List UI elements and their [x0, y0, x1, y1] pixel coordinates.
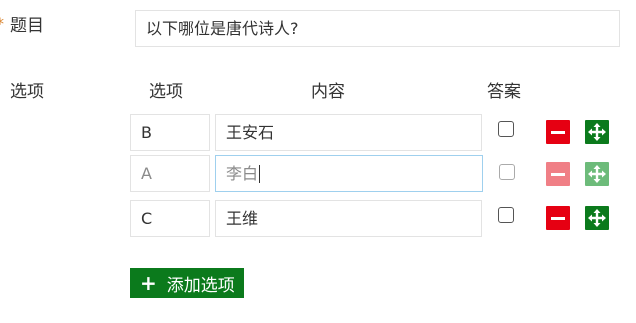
required-asterisk: *: [0, 14, 4, 34]
question-input-value: 以下哪位是唐代诗人?: [146, 18, 299, 38]
option-content-value: 李白: [226, 163, 259, 183]
remove-option-button[interactable]: [546, 162, 570, 186]
option-key-input[interactable]: A: [130, 155, 210, 192]
option-key-value: C: [141, 208, 153, 228]
options-label: 选项: [10, 82, 44, 102]
minus-icon: [551, 172, 565, 176]
move-arrows-icon: [588, 209, 606, 227]
option-content-input[interactable]: 王维: [215, 200, 482, 237]
add-option-label: 添加选项: [166, 275, 235, 296]
option-key-input[interactable]: B: [130, 114, 210, 151]
option-key-value: B: [141, 122, 152, 142]
move-option-handle[interactable]: [585, 206, 609, 230]
text-caret: [259, 164, 261, 183]
option-content-value: 王安石: [226, 122, 275, 142]
plus-icon: +: [140, 271, 157, 295]
move-arrows-icon: [588, 123, 606, 141]
minus-icon: [551, 130, 565, 134]
option-key-value: A: [141, 163, 152, 183]
add-option-button[interactable]: + 添加选项: [130, 268, 244, 298]
move-arrows-icon: [588, 165, 606, 183]
answer-checkbox[interactable]: [498, 121, 514, 137]
column-header-option: 选项: [149, 82, 183, 102]
column-header-content: 内容: [311, 82, 345, 102]
question-input[interactable]: 以下哪位是唐代诗人?: [135, 10, 620, 47]
remove-option-button[interactable]: [546, 206, 570, 230]
option-content-input[interactable]: 王安石: [215, 114, 482, 151]
answer-checkbox[interactable]: [498, 207, 514, 223]
option-content-value: 王维: [226, 208, 259, 228]
minus-icon: [551, 216, 565, 220]
move-option-handle[interactable]: [585, 120, 609, 144]
answer-checkbox[interactable]: [499, 164, 515, 180]
option-key-input[interactable]: C: [130, 200, 210, 237]
move-option-handle[interactable]: [585, 162, 609, 186]
column-header-answer: 答案: [487, 82, 521, 102]
remove-option-button[interactable]: [546, 120, 570, 144]
option-content-input[interactable]: 李白: [215, 155, 483, 192]
question-label: 题目: [10, 16, 44, 36]
